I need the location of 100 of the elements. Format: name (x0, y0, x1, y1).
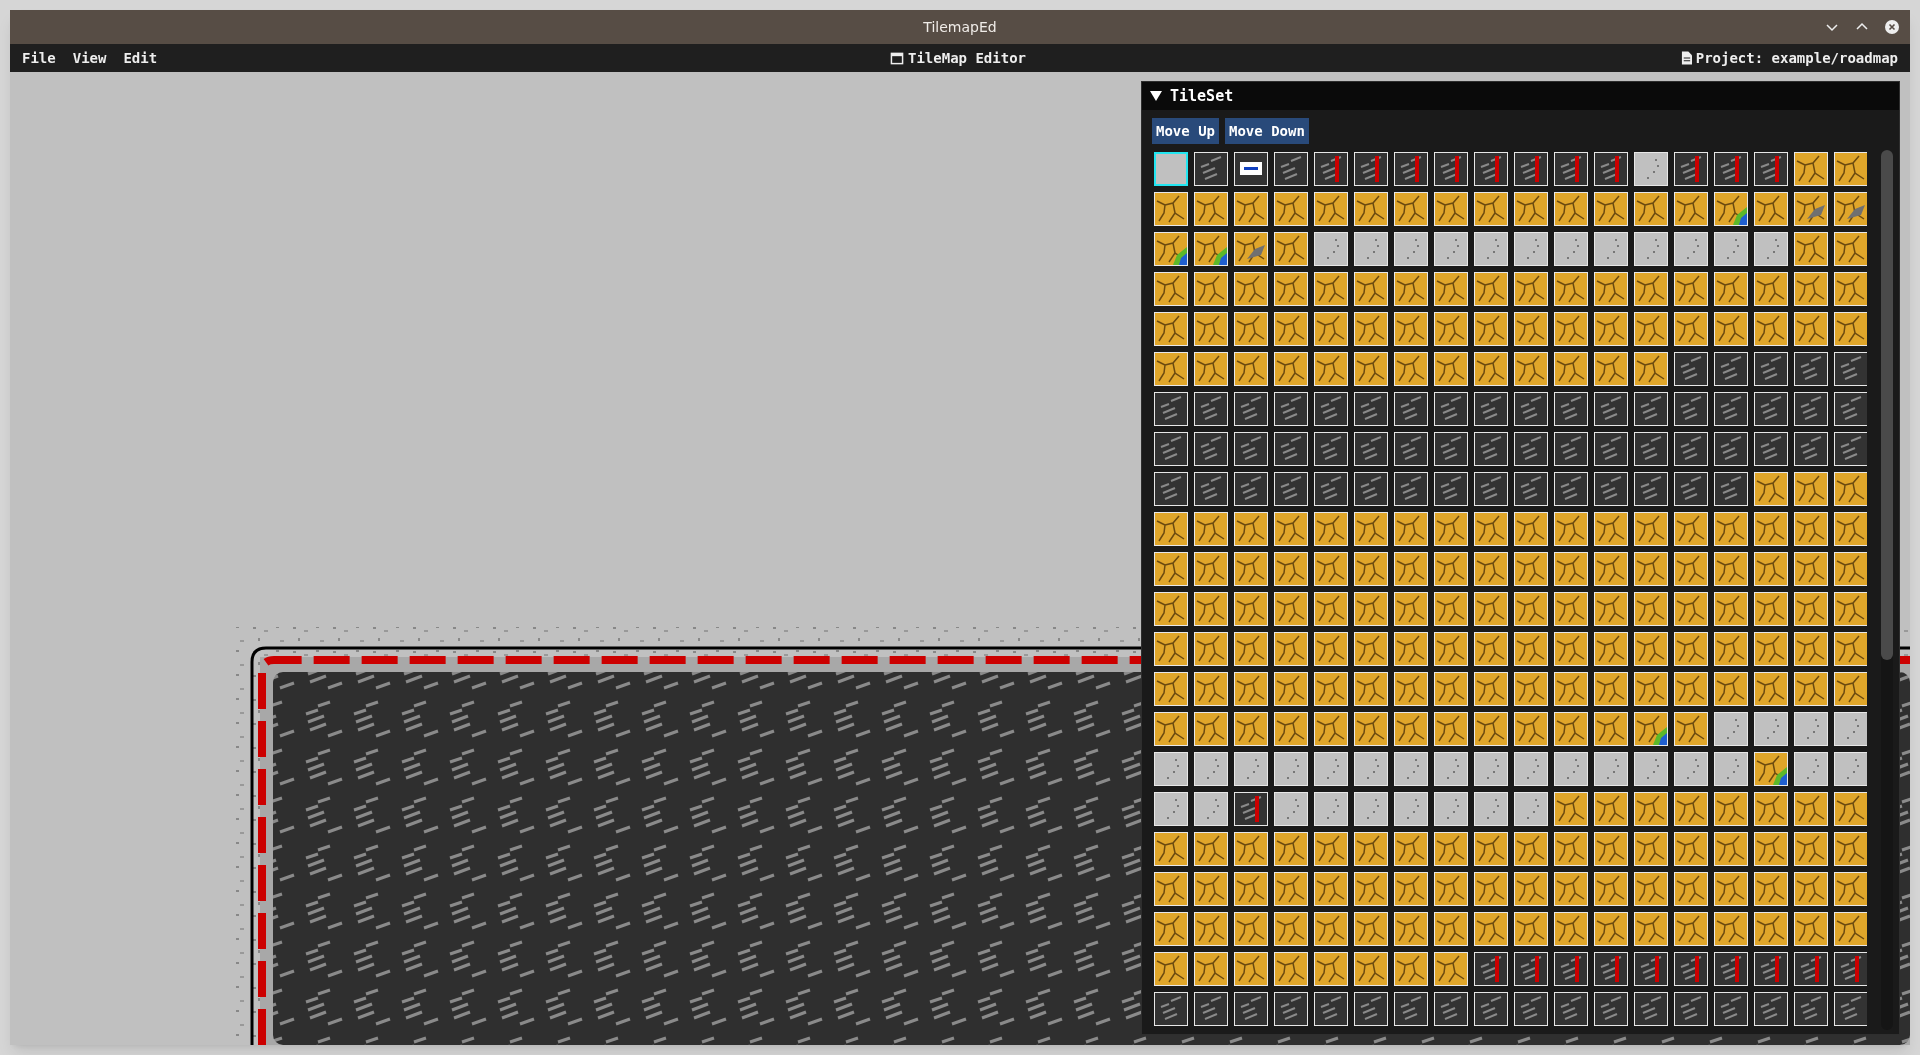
tile-button[interactable] (1274, 512, 1308, 546)
tile-button[interactable] (1314, 672, 1348, 706)
tile-button[interactable] (1354, 992, 1388, 1026)
tile-button[interactable] (1154, 152, 1188, 186)
tile-button[interactable] (1434, 272, 1468, 306)
tile-button[interactable] (1434, 232, 1468, 266)
tile-button[interactable] (1594, 952, 1628, 986)
tile-button[interactable] (1554, 392, 1588, 426)
tile-button[interactable] (1154, 912, 1188, 946)
tile-button[interactable] (1314, 912, 1348, 946)
tile-button[interactable] (1594, 912, 1628, 946)
tile-button[interactable] (1674, 632, 1708, 666)
tile-button[interactable] (1474, 832, 1508, 866)
tile-button[interactable] (1714, 872, 1748, 906)
tile-button[interactable] (1794, 992, 1828, 1026)
tile-button[interactable] (1554, 912, 1588, 946)
tile-button[interactable] (1194, 832, 1228, 866)
tile-button[interactable] (1154, 312, 1188, 346)
tile-button[interactable] (1194, 472, 1228, 506)
tile-button[interactable] (1794, 472, 1828, 506)
tile-button[interactable] (1354, 432, 1388, 466)
tile-button[interactable] (1394, 272, 1428, 306)
tile-button[interactable] (1674, 352, 1708, 386)
tile-button[interactable] (1514, 272, 1548, 306)
tile-button[interactable] (1714, 752, 1748, 786)
tile-button[interactable] (1674, 472, 1708, 506)
tile-button[interactable] (1474, 592, 1508, 626)
tile-button[interactable] (1474, 232, 1508, 266)
tile-button[interactable] (1674, 432, 1708, 466)
tile-button[interactable] (1354, 472, 1388, 506)
tile-button[interactable] (1394, 912, 1428, 946)
close-icon[interactable] (1884, 19, 1900, 35)
tile-button[interactable] (1394, 592, 1428, 626)
tile-button[interactable] (1794, 592, 1828, 626)
tile-button[interactable] (1794, 712, 1828, 746)
tile-button[interactable] (1514, 552, 1548, 586)
tile-button[interactable] (1434, 512, 1468, 546)
tile-button[interactable] (1154, 192, 1188, 226)
tile-button[interactable] (1634, 392, 1668, 426)
tile-button[interactable] (1434, 392, 1468, 426)
tile-button[interactable] (1394, 472, 1428, 506)
tile-button[interactable] (1594, 592, 1628, 626)
tile-button[interactable] (1474, 472, 1508, 506)
tile-button[interactable] (1634, 952, 1668, 986)
tile-button[interactable] (1154, 992, 1188, 1026)
tile-button[interactable] (1394, 952, 1428, 986)
tile-button[interactable] (1354, 952, 1388, 986)
tile-button[interactable] (1554, 232, 1588, 266)
menu-item[interactable]: Edit (123, 47, 158, 69)
tile-button[interactable] (1514, 192, 1548, 226)
tile-button[interactable] (1354, 752, 1388, 786)
tile-button[interactable] (1514, 752, 1548, 786)
tile-button[interactable] (1794, 752, 1828, 786)
tile-button[interactable] (1154, 232, 1188, 266)
tile-button[interactable] (1354, 232, 1388, 266)
tile-button[interactable] (1754, 552, 1788, 586)
tile-button[interactable] (1194, 512, 1228, 546)
tile-button[interactable] (1474, 352, 1508, 386)
tile-button[interactable] (1194, 232, 1228, 266)
tile-button[interactable] (1714, 992, 1748, 1026)
tile-button[interactable] (1434, 792, 1468, 826)
tile-button[interactable] (1274, 672, 1308, 706)
tile-button[interactable] (1314, 272, 1348, 306)
tile-button[interactable] (1674, 512, 1708, 546)
tile-button[interactable] (1794, 352, 1828, 386)
tile-button[interactable] (1594, 392, 1628, 426)
tile-button[interactable] (1834, 472, 1867, 506)
tile-button[interactable] (1554, 552, 1588, 586)
tile-button[interactable] (1554, 632, 1588, 666)
tile-button[interactable] (1234, 472, 1268, 506)
map-canvas[interactable]: TileSet Move Up Move Down (10, 72, 1910, 1045)
menu-item[interactable]: View (72, 47, 107, 69)
tile-button[interactable] (1674, 712, 1708, 746)
tile-button[interactable] (1674, 152, 1708, 186)
tile-button[interactable] (1394, 672, 1428, 706)
tile-button[interactable] (1354, 712, 1388, 746)
tile-button[interactable] (1234, 352, 1268, 386)
tile-button[interactable] (1274, 552, 1308, 586)
tile-button[interactable] (1154, 792, 1188, 826)
tile-button[interactable] (1274, 312, 1308, 346)
tile-button[interactable] (1554, 672, 1588, 706)
tile-button[interactable] (1194, 152, 1228, 186)
tile-button[interactable] (1594, 552, 1628, 586)
tile-button[interactable] (1154, 592, 1188, 626)
tile-button[interactable] (1274, 632, 1308, 666)
tile-button[interactable] (1314, 872, 1348, 906)
tile-button[interactable] (1794, 272, 1828, 306)
tile-button[interactable] (1834, 192, 1867, 226)
tile-button[interactable] (1634, 472, 1668, 506)
tile-button[interactable] (1674, 272, 1708, 306)
tile-button[interactable] (1194, 272, 1228, 306)
tile-button[interactable] (1194, 432, 1228, 466)
tile-button[interactable] (1474, 792, 1508, 826)
tile-button[interactable] (1434, 632, 1468, 666)
tile-button[interactable] (1714, 392, 1748, 426)
tile-button[interactable] (1754, 712, 1788, 746)
tile-button[interactable] (1314, 192, 1348, 226)
tile-button[interactable] (1194, 992, 1228, 1026)
tile-button[interactable] (1434, 992, 1468, 1026)
tile-button[interactable] (1474, 432, 1508, 466)
